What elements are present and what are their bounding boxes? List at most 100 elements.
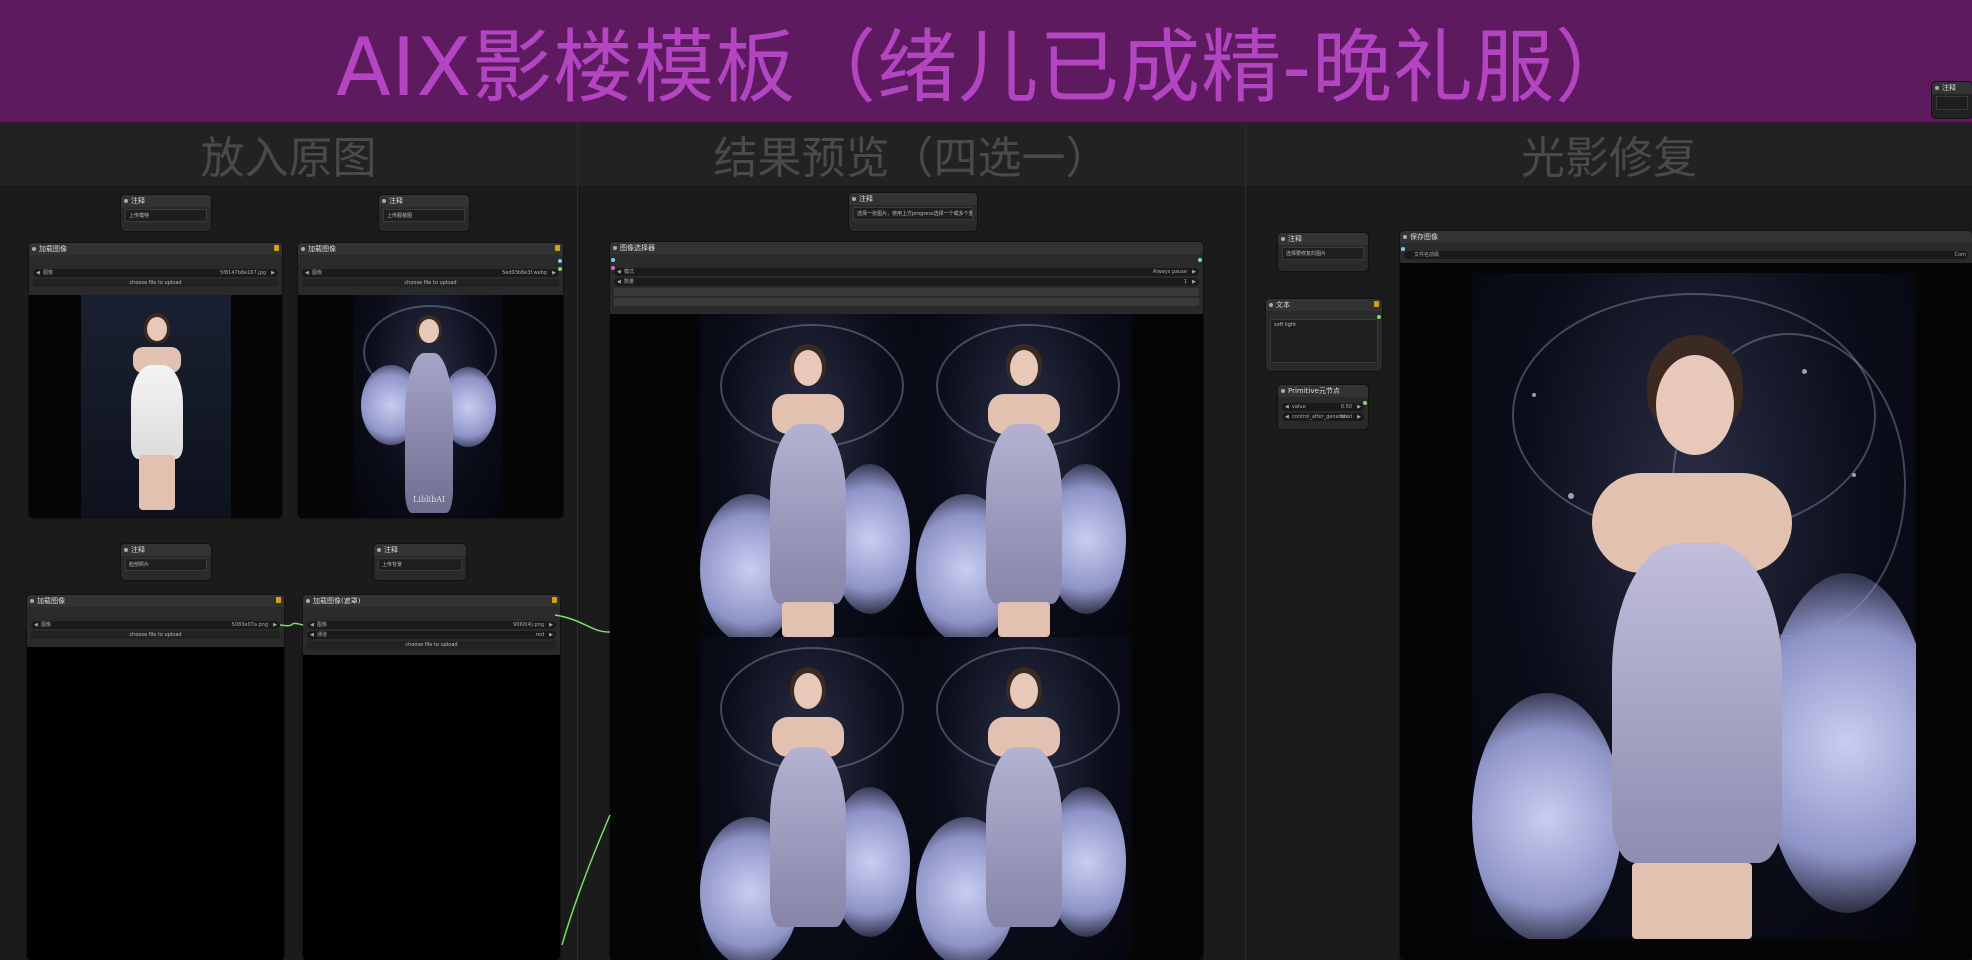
- lock-icon: [1374, 301, 1379, 307]
- upload-button[interactable]: choose file to upload: [33, 279, 278, 287]
- group-load-original: 放入原图 注释 上传模特 注释 上传服装图 加载图像 ◀ 图像 5f8147b8e1…: [0, 123, 578, 960]
- figure-dress: [986, 747, 1062, 927]
- preview-tile-2[interactable]: [916, 314, 1132, 637]
- node-title: 注释: [121, 544, 211, 556]
- note-node-face[interactable]: 注释 脸部照片: [121, 544, 211, 580]
- mode-combo[interactable]: ◀ 模式 Always pause ▶: [614, 268, 1199, 276]
- note-text[interactable]: 脸部照片: [125, 558, 207, 571]
- note-node-model[interactable]: 注释 上传模特: [121, 195, 211, 231]
- upload-button[interactable]: choose file to upload: [307, 641, 556, 649]
- upload-button[interactable]: choose file to upload: [31, 631, 280, 639]
- progress-bar: [614, 288, 1199, 296]
- image-file-combo[interactable]: ◀ 图像 5083e07a.png ▶: [31, 621, 280, 629]
- output-port[interactable]: [1198, 258, 1202, 262]
- input-port[interactable]: [611, 258, 615, 262]
- lock-icon: [552, 597, 557, 603]
- node-title: 保存图像: [1400, 231, 1972, 243]
- preview-tile-4[interactable]: [916, 637, 1132, 960]
- figure-legs: [782, 602, 834, 637]
- relit-photo: [1472, 273, 1916, 939]
- sparkle: [1802, 369, 1807, 374]
- figure-head: [419, 319, 439, 343]
- count-number[interactable]: ◀ 数量 1 ▶: [614, 278, 1199, 286]
- group-title: 放入原图: [0, 123, 577, 185]
- feather-left: [1472, 693, 1622, 939]
- group-relight: 光影修复 注释 选择要修复的图片 文本 soft light Primitive…: [1246, 123, 1972, 960]
- upload-button[interactable]: choose file to upload: [302, 279, 559, 287]
- group-title: 光影修复: [1246, 123, 1972, 185]
- node-title: 文本: [1266, 299, 1382, 311]
- image-preview: [27, 647, 284, 960]
- node-title: 注释: [1932, 82, 1972, 94]
- note-text[interactable]: 选择要修复的图片: [1282, 247, 1364, 260]
- banner-title: AIX影楼模板（绪儿已成精-晚礼服）: [336, 21, 1636, 114]
- group-result-preview: 结果预览（四选一） 注释 选择一张图片，使用上方progress选择一个或多个重…: [578, 123, 1246, 960]
- feather-right: [1762, 573, 1916, 913]
- progress-bar-2: [614, 298, 1199, 306]
- control-after-generate-combo[interactable]: ◀ control_after_generate fixed ▶: [1282, 413, 1364, 421]
- node-title: 注释: [849, 193, 977, 205]
- input-port[interactable]: [1401, 247, 1405, 251]
- image-file-combo[interactable]: ◀ 图像 5f8147b8e167.jpg ▶: [33, 269, 278, 277]
- lock-icon: [274, 245, 279, 251]
- channel-combo[interactable]: ◀ 通道 red ▶: [307, 631, 556, 639]
- lock-icon: [276, 597, 281, 603]
- text-node[interactable]: 文本 soft light: [1266, 299, 1382, 371]
- figure-head: [794, 673, 822, 709]
- node-title: Primitive元节点: [1278, 385, 1368, 397]
- save-image-node[interactable]: 保存图像 文件名前缀 Com: [1400, 231, 1972, 960]
- figure-head: [1010, 350, 1038, 386]
- node-title: 加载图像(遮罩): [303, 595, 560, 607]
- note-node-background[interactable]: 注释 上传背景: [374, 544, 466, 580]
- output-port[interactable]: [558, 259, 562, 263]
- node-title: 注释: [374, 544, 466, 556]
- output-port[interactable]: [1377, 315, 1381, 319]
- template-banner: AIX影楼模板（绪儿已成精-晚礼服）: [0, 0, 1972, 124]
- note-node-clothing[interactable]: 注释 上传服装图: [379, 195, 469, 231]
- sparkle: [1532, 393, 1536, 397]
- load-image-node-model[interactable]: 加载图像 ◀ 图像 5f8147b8e167.jpg ▶ choose file to…: [29, 243, 282, 518]
- image-file-combo[interactable]: ◀ 图像 9060(4).png ▶: [307, 621, 556, 629]
- value-number[interactable]: ◀ value 0.50 ▶: [1282, 403, 1364, 411]
- load-image-node-face[interactable]: 加载图像 ◀ 图像 5083e07a.png ▶ choose file to upl…: [27, 595, 284, 960]
- load-image-node-clothing[interactable]: 加载图像 ◀ 图像 5ed93b8e3f.webp ▶ choose file to …: [298, 243, 563, 518]
- corner-note-node[interactable]: 注释: [1932, 82, 1972, 118]
- preview-tile-3[interactable]: [700, 637, 916, 960]
- node-title: 加载图像: [298, 243, 563, 255]
- sparkle: [1852, 473, 1856, 477]
- image-file-combo[interactable]: ◀ 图像 5ed93b8e3f.webp ▶: [302, 269, 559, 277]
- clothing-photo: LiblibAI: [353, 295, 503, 518]
- node-title: 加载图像: [27, 595, 284, 607]
- figure-head: [1656, 355, 1734, 455]
- figure-head: [147, 317, 167, 341]
- preview-tile-1[interactable]: [700, 314, 916, 637]
- note-text[interactable]: 选择一张图片，使用上方progress选择一个或多个重新生成: [853, 207, 973, 220]
- note-text[interactable]: 上传服装图: [383, 209, 465, 222]
- group-title: 结果预览（四选一）: [578, 123, 1245, 185]
- note-node-preview[interactable]: 注释 选择一张图片，使用上方progress选择一个或多个重新生成: [849, 193, 977, 231]
- node-title: 注释: [379, 195, 469, 207]
- figure-head: [794, 350, 822, 386]
- watermark-text: LiblibAI: [413, 495, 446, 504]
- figure-gown: [405, 353, 453, 513]
- sparkle: [1568, 493, 1574, 499]
- figure-dress: [1612, 543, 1782, 863]
- image-preview: [303, 655, 560, 960]
- primitive-node[interactable]: Primitive元节点 ◀ value 0.50 ▶ ◀ control_after_…: [1278, 385, 1368, 429]
- image-preview: LiblibAI: [298, 295, 563, 518]
- node-title: 注释: [1278, 233, 1368, 245]
- note-node-relight[interactable]: 注释 选择要修复的图片: [1278, 233, 1368, 271]
- output-image-area: [1400, 263, 1972, 960]
- figure-dress: [770, 424, 846, 604]
- load-image-mask-node[interactable]: 加载图像(遮罩) ◀ 图像 9060(4).png ▶ ◀ 通道 red ▶ choose …: [303, 595, 560, 960]
- note-text[interactable]: [1936, 96, 1968, 110]
- figure-head: [1010, 673, 1038, 709]
- node-title: 图像选择器: [610, 242, 1203, 254]
- image-chooser-node[interactable]: 图像选择器 ◀ 模式 Always pause ▶ ◀ 数量 1 ▶: [610, 242, 1203, 960]
- figure-dress: [986, 424, 1062, 604]
- filename-prefix-field[interactable]: 文件名前缀 Com: [1404, 251, 1968, 259]
- note-text[interactable]: 上传背景: [378, 558, 462, 571]
- text-input[interactable]: soft light: [1270, 319, 1378, 363]
- note-text[interactable]: 上传模特: [125, 209, 207, 222]
- node-title: 注释: [121, 195, 211, 207]
